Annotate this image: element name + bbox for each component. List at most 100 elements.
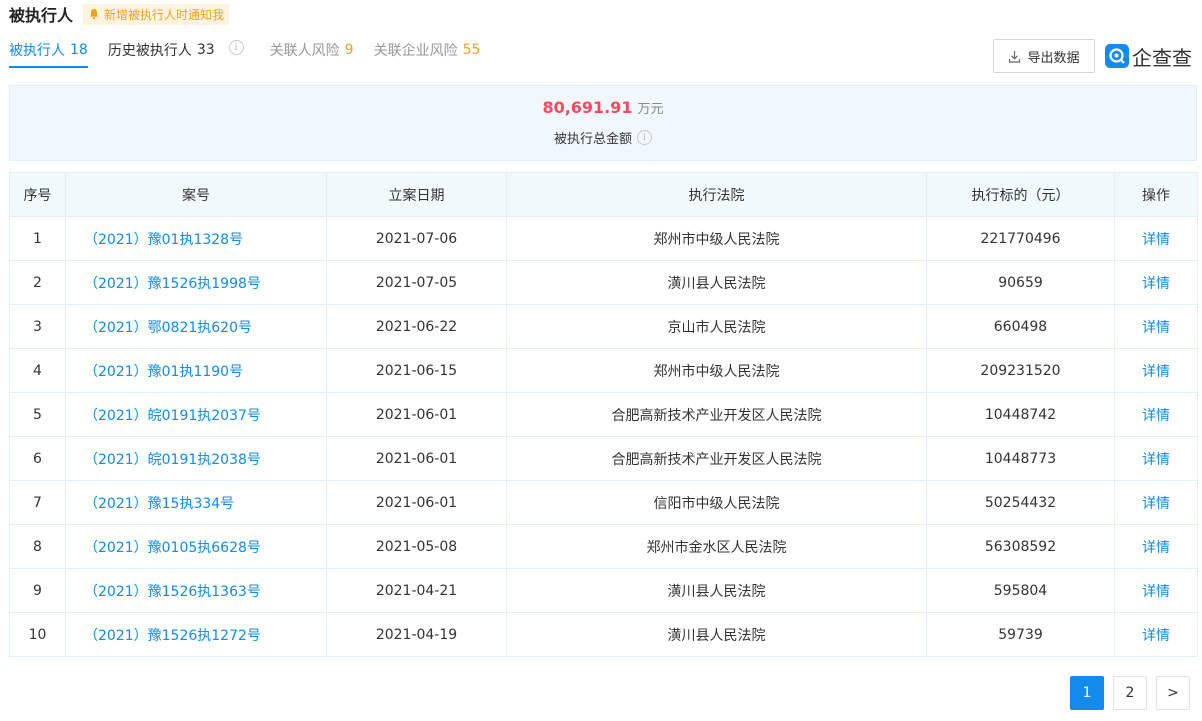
detail-link[interactable]: 详情 xyxy=(1114,216,1198,261)
column-header-filing-date: 立案日期 xyxy=(326,172,507,217)
case-number-link[interactable]: （2021）豫1526执1363号 xyxy=(65,568,327,613)
case-number-link[interactable]: （2021）皖0191执2037号 xyxy=(65,392,327,437)
case-number-link[interactable]: （2021）豫01执1190号 xyxy=(65,348,327,393)
detail-link[interactable]: 详情 xyxy=(1114,524,1198,569)
court-name: 潢川县人民法院 xyxy=(506,612,927,657)
tab-label: 被执行人 xyxy=(9,43,65,59)
detail-link[interactable]: 详情 xyxy=(1114,568,1198,613)
bell-icon xyxy=(88,8,100,20)
total-amount-value: 80,691.91 xyxy=(542,98,633,117)
case-number-link[interactable]: （2021）豫0105执6628号 xyxy=(65,524,327,569)
qichacha-logo-icon xyxy=(1105,44,1129,68)
notify-me-label: 新增被执行人时通知我 xyxy=(104,7,225,22)
court-name: 京山市人民法院 xyxy=(506,304,927,349)
detail-link[interactable]: 详情 xyxy=(1114,392,1198,437)
court-name: 合肥高新技术产业开发区人民法院 xyxy=(506,392,927,437)
table-row: 6 （2021）皖0191执2038号 2021-06-01 合肥高新技术产业开发区人… xyxy=(9,436,1198,481)
execution-amount: 595804 xyxy=(926,568,1115,613)
tab-count: 18 xyxy=(70,42,88,58)
tab-related-company-risk[interactable]: 关联企业风险 55 xyxy=(374,40,481,66)
filing-date: 2021-04-21 xyxy=(326,568,507,613)
case-number-link[interactable]: （2021）豫01执1328号 xyxy=(65,216,327,261)
court-name: 郑州市中级人民法院 xyxy=(506,348,927,393)
total-amount-unit: 万元 xyxy=(637,102,664,117)
title-row: 被执行人 新增被执行人时通知我 xyxy=(9,2,230,26)
court-name: 郑州市中级人民法院 xyxy=(506,216,927,261)
execution-amount: 221770496 xyxy=(926,216,1115,261)
case-number-link[interactable]: （2021）豫1526执1998号 xyxy=(65,260,327,305)
filing-date: 2021-06-01 xyxy=(326,392,507,437)
column-header-case-number: 案号 xyxy=(65,172,327,217)
info-icon[interactable]: i xyxy=(637,130,652,145)
execution-amount: 59739 xyxy=(926,612,1115,657)
row-index: 9 xyxy=(9,568,66,613)
row-index: 2 xyxy=(9,260,66,305)
execution-amount: 209231520 xyxy=(926,348,1115,393)
filing-date: 2021-06-15 xyxy=(326,348,507,393)
total-amount-label: 被执行总金额 xyxy=(553,132,632,147)
filing-date: 2021-04-19 xyxy=(326,612,507,657)
summary-panel: 80,691.91 万元 被执行总金额 i xyxy=(9,85,1197,161)
tab-count: 33 xyxy=(196,42,215,58)
court-name: 郑州市金水区人民法院 xyxy=(506,524,927,569)
column-header-index: 序号 xyxy=(9,172,66,217)
tab-label: 关联企业风险 xyxy=(373,43,458,59)
detail-link[interactable]: 详情 xyxy=(1114,260,1198,305)
execution-amount: 660498 xyxy=(926,304,1115,349)
tab-label: 历史被执行人 xyxy=(107,43,192,59)
page-button-2[interactable]: 2 xyxy=(1113,676,1147,710)
court-name: 信阳市中级人民法院 xyxy=(506,480,927,525)
next-page-button[interactable]: > xyxy=(1156,676,1190,710)
info-icon[interactable]: i xyxy=(228,40,244,55)
table-row: 8 （2021）豫0105执6628号 2021-05-08 郑州市金水区人民法院 56… xyxy=(9,524,1198,569)
table-row: 5 （2021）皖0191执2037号 2021-06-01 合肥高新技术产业开发区人… xyxy=(9,392,1198,437)
filing-date: 2021-06-22 xyxy=(326,304,507,349)
execution-amount: 90659 xyxy=(926,260,1115,305)
download-icon xyxy=(1009,50,1021,63)
detail-link[interactable]: 详情 xyxy=(1114,348,1198,393)
row-index: 10 xyxy=(9,612,66,657)
row-index: 7 xyxy=(9,480,66,525)
export-data-button[interactable]: 导出数据 xyxy=(993,39,1095,73)
execution-amount: 10448773 xyxy=(926,436,1115,481)
table-row: 3 （2021）鄂0821执620号 2021-06-22 京山市人民法院 660498… xyxy=(9,304,1198,349)
execution-amount: 10448742 xyxy=(926,392,1115,437)
detail-link[interactable]: 详情 xyxy=(1114,612,1198,657)
table-row: 7 （2021）豫15执334号 2021-06-01 信阳市中级人民法院 502544… xyxy=(9,480,1198,525)
row-index: 8 xyxy=(9,524,66,569)
notify-me-button[interactable]: 新增被执行人时通知我 xyxy=(83,3,230,25)
judgment-debtor-table: 序号 案号 立案日期 执行法院 执行标的（元） 操作 1 （2021）豫01执13… xyxy=(9,172,1198,657)
detail-link[interactable]: 详情 xyxy=(1114,436,1198,481)
case-number-link[interactable]: （2021）皖0191执2038号 xyxy=(65,436,327,481)
table-row: 10 （2021）豫1526执1272号 2021-04-19 潢川县人民法院 5973… xyxy=(9,612,1198,657)
execution-amount: 50254432 xyxy=(926,480,1115,525)
case-number-link[interactable]: （2021）豫15执334号 xyxy=(65,480,327,525)
filing-date: 2021-07-05 xyxy=(326,260,507,305)
row-index: 6 xyxy=(9,436,66,481)
table-row: 9 （2021）豫1526执1363号 2021-04-21 潢川县人民法院 59580… xyxy=(9,568,1198,613)
tab-history-judgment-debtor[interactable]: 历史被执行人 33 xyxy=(108,40,215,66)
filing-date: 2021-06-01 xyxy=(326,480,507,525)
table-row: 1 （2021）豫01执1328号 2021-07-06 郑州市中级人民法院 22177… xyxy=(9,216,1198,261)
page-button-1[interactable]: 1 xyxy=(1070,676,1104,710)
export-data-label: 导出数据 xyxy=(1027,50,1080,66)
table-row: 4 （2021）豫01执1190号 2021-06-15 郑州市中级人民法院 20923… xyxy=(9,348,1198,393)
tab-judgment-debtor[interactable]: 被执行人 18 xyxy=(9,40,88,68)
page-title: 被执行人 xyxy=(9,6,74,25)
tab-related-person-risk[interactable]: 关联人风险 9 xyxy=(270,40,354,66)
filing-date: 2021-05-08 xyxy=(326,524,507,569)
execution-amount: 56308592 xyxy=(926,524,1115,569)
case-number-link[interactable]: （2021）豫1526执1272号 xyxy=(65,612,327,657)
column-header-action: 操作 xyxy=(1114,172,1198,217)
pagination: 1 2 > xyxy=(1070,676,1199,710)
case-number-link[interactable]: （2021）鄂0821执620号 xyxy=(65,304,327,349)
tab-bar: 被执行人 18 历史被执行人 33 i 关联人风险 9 关联企业风险 55 xyxy=(9,40,500,70)
detail-link[interactable]: 详情 xyxy=(1114,304,1198,349)
court-name: 潢川县人民法院 xyxy=(506,260,927,305)
court-name: 合肥高新技术产业开发区人民法院 xyxy=(506,436,927,481)
column-header-amount: 执行标的（元） xyxy=(926,172,1115,217)
filing-date: 2021-06-01 xyxy=(326,436,507,481)
detail-link[interactable]: 详情 xyxy=(1114,480,1198,525)
row-index: 5 xyxy=(9,392,66,437)
filing-date: 2021-07-06 xyxy=(326,216,507,261)
